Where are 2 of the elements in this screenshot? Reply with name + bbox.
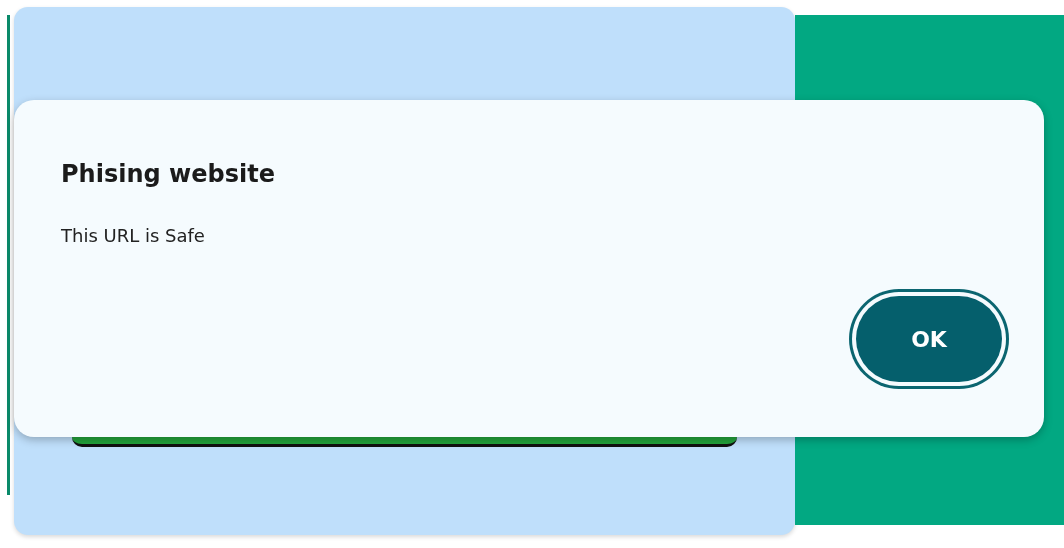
dialog-title: Phising website: [61, 159, 276, 190]
dialog-message: This URL is Safe: [61, 224, 206, 248]
